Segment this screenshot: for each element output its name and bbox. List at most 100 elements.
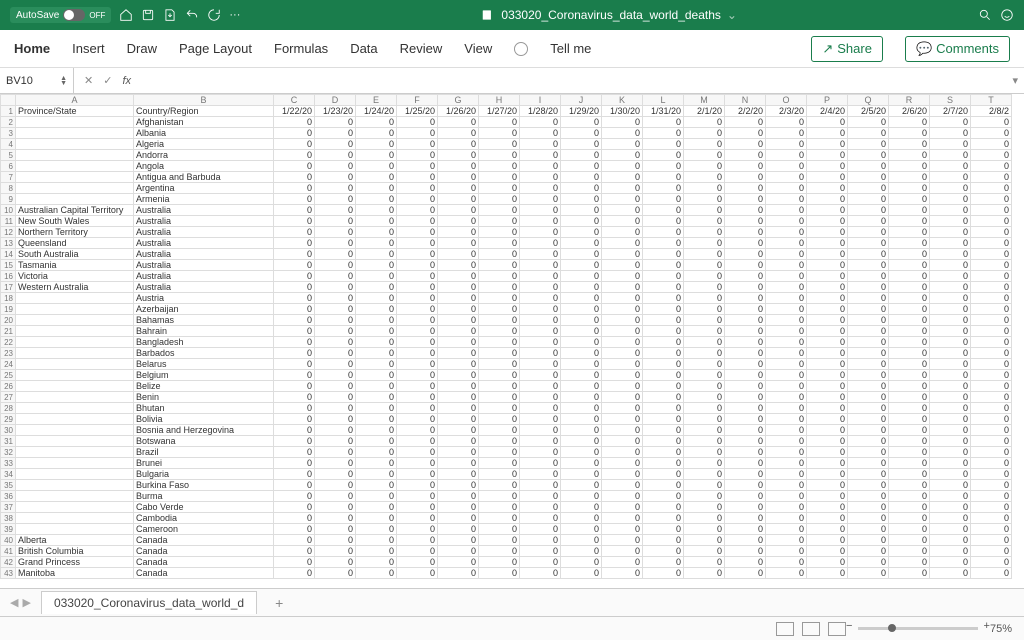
cell[interactable]: 0 <box>725 359 766 370</box>
cell[interactable]: 0 <box>889 161 930 172</box>
cell[interactable]: 0 <box>930 117 971 128</box>
cell[interactable]: 0 <box>807 227 848 238</box>
cell[interactable]: 1/28/20 <box>520 106 561 117</box>
cell[interactable]: 0 <box>602 117 643 128</box>
cell[interactable] <box>16 491 134 502</box>
cell[interactable]: 0 <box>479 513 520 524</box>
cell[interactable]: 0 <box>274 557 315 568</box>
cell[interactable]: 0 <box>848 546 889 557</box>
cell[interactable]: 0 <box>274 161 315 172</box>
cell[interactable]: 0 <box>848 513 889 524</box>
cell[interactable]: 0 <box>930 568 971 579</box>
cell[interactable]: 0 <box>479 172 520 183</box>
cell[interactable]: 0 <box>766 535 807 546</box>
cell[interactable]: 0 <box>520 381 561 392</box>
cell[interactable]: 0 <box>356 205 397 216</box>
cell[interactable]: 0 <box>848 436 889 447</box>
cell[interactable]: 0 <box>848 458 889 469</box>
col-header[interactable]: G <box>438 95 479 106</box>
cell[interactable]: 0 <box>479 348 520 359</box>
cell[interactable]: 0 <box>274 403 315 414</box>
cell[interactable]: 0 <box>766 150 807 161</box>
col-header[interactable]: K <box>602 95 643 106</box>
cell[interactable]: Belarus <box>134 359 274 370</box>
cell[interactable]: 0 <box>725 216 766 227</box>
cell[interactable]: 0 <box>561 315 602 326</box>
cell[interactable]: 0 <box>602 249 643 260</box>
cell[interactable]: 0 <box>356 117 397 128</box>
cell[interactable]: 0 <box>274 205 315 216</box>
cell[interactable]: 0 <box>397 216 438 227</box>
cell[interactable]: 0 <box>643 557 684 568</box>
cell[interactable]: 0 <box>274 216 315 227</box>
cell[interactable]: 0 <box>930 414 971 425</box>
cell[interactable]: 0 <box>274 304 315 315</box>
cell[interactable]: South Australia <box>16 249 134 260</box>
tab-review[interactable]: Review <box>400 41 443 56</box>
cell[interactable]: 0 <box>971 249 1012 260</box>
cell[interactable]: 0 <box>930 260 971 271</box>
cell[interactable]: 0 <box>766 469 807 480</box>
cell[interactable]: Barbados <box>134 348 274 359</box>
cell[interactable]: 0 <box>725 513 766 524</box>
cell[interactable]: 0 <box>848 370 889 381</box>
tab-view[interactable]: View <box>464 41 492 56</box>
cell[interactable]: 0 <box>561 348 602 359</box>
cell[interactable]: 0 <box>561 436 602 447</box>
name-box[interactable]: BV10 ▲▼ <box>0 68 74 93</box>
cell[interactable]: 0 <box>438 150 479 161</box>
cell[interactable]: 0 <box>889 271 930 282</box>
cell[interactable]: 0 <box>561 491 602 502</box>
row-header[interactable]: 4 <box>1 139 16 150</box>
autosave-toggle[interactable]: AutoSave OFF <box>10 7 111 23</box>
cell[interactable]: 0 <box>807 117 848 128</box>
cell[interactable] <box>16 436 134 447</box>
cell[interactable]: 0 <box>602 524 643 535</box>
cell[interactable]: 0 <box>725 447 766 458</box>
cell[interactable]: 0 <box>725 469 766 480</box>
row-header[interactable]: 8 <box>1 183 16 194</box>
cell[interactable]: 0 <box>438 293 479 304</box>
cell[interactable]: 0 <box>438 458 479 469</box>
cell[interactable]: 0 <box>930 480 971 491</box>
cell[interactable]: 0 <box>356 436 397 447</box>
cell[interactable]: 0 <box>684 128 725 139</box>
cell[interactable]: 1/22/20 <box>274 106 315 117</box>
cell[interactable]: Cameroon <box>134 524 274 535</box>
cell[interactable]: 0 <box>438 205 479 216</box>
row-header[interactable]: 30 <box>1 425 16 436</box>
cell[interactable]: 0 <box>643 326 684 337</box>
cell[interactable]: 0 <box>479 271 520 282</box>
cell[interactable]: 0 <box>766 381 807 392</box>
cell[interactable]: 0 <box>684 392 725 403</box>
cell[interactable]: 0 <box>274 348 315 359</box>
cell[interactable]: 0 <box>315 458 356 469</box>
cell[interactable]: 0 <box>356 227 397 238</box>
cell[interactable]: 0 <box>807 348 848 359</box>
cell[interactable]: 0 <box>848 150 889 161</box>
cell[interactable]: 0 <box>725 293 766 304</box>
cell[interactable]: 0 <box>766 414 807 425</box>
cell[interactable]: 0 <box>438 469 479 480</box>
cell[interactable]: 0 <box>602 359 643 370</box>
cell[interactable]: 0 <box>397 150 438 161</box>
cell[interactable]: 0 <box>356 491 397 502</box>
cell[interactable] <box>16 117 134 128</box>
cell[interactable]: 0 <box>848 480 889 491</box>
cell[interactable]: 0 <box>561 172 602 183</box>
cell[interactable]: 0 <box>684 282 725 293</box>
cell[interactable]: 0 <box>438 480 479 491</box>
cell[interactable]: 0 <box>315 425 356 436</box>
cell[interactable]: 0 <box>520 260 561 271</box>
export-icon[interactable] <box>163 8 177 22</box>
cell[interactable]: 0 <box>479 216 520 227</box>
cell[interactable]: Bahrain <box>134 326 274 337</box>
col-header[interactable]: P <box>807 95 848 106</box>
cell[interactable]: 0 <box>971 447 1012 458</box>
cell[interactable]: 0 <box>356 128 397 139</box>
cell[interactable]: 0 <box>356 447 397 458</box>
cell[interactable]: 0 <box>520 359 561 370</box>
tab-home[interactable]: Home <box>14 41 50 56</box>
cell[interactable]: 0 <box>807 370 848 381</box>
cell[interactable]: 0 <box>602 469 643 480</box>
